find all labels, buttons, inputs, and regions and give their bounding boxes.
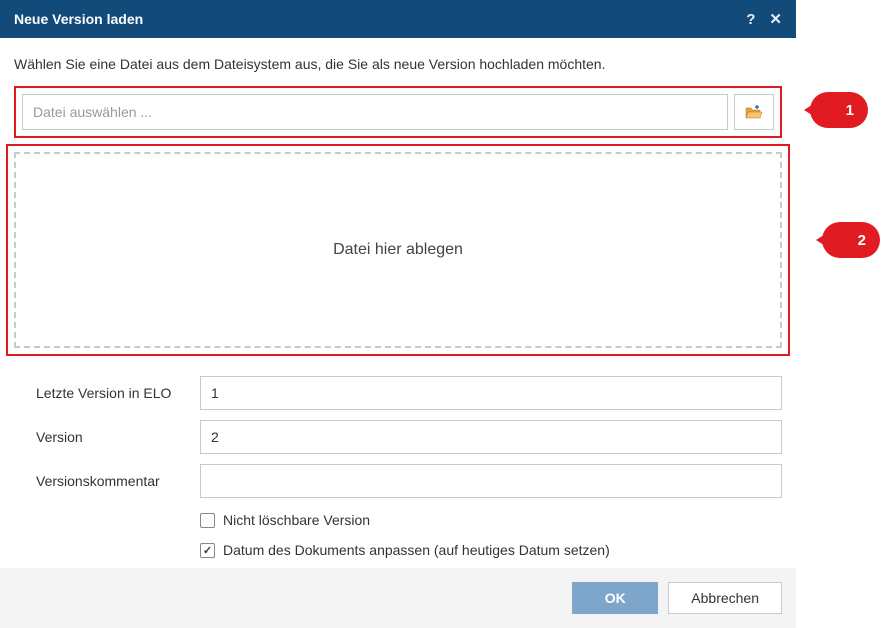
ok-button[interactable]: OK	[572, 582, 658, 614]
close-icon[interactable]: ✕	[769, 10, 782, 28]
input-version[interactable]	[200, 420, 782, 454]
row-non-deletable: Nicht löschbare Version	[200, 512, 782, 528]
file-select-row: Datei auswählen ...	[14, 86, 782, 138]
dialog-title: Neue Version laden	[14, 11, 732, 27]
row-comment: Versionskommentar	[36, 464, 782, 498]
callout-number-2: 2	[858, 232, 866, 249]
checkbox-adjust-date[interactable]	[200, 543, 215, 558]
file-path-input[interactable]: Datei auswählen ...	[22, 94, 728, 130]
dropzone-label: Datei hier ablegen	[333, 241, 463, 259]
label-adjust-date: Datum des Dokuments anpassen (auf heutig…	[223, 542, 610, 558]
row-version: Version	[36, 420, 782, 454]
browse-button[interactable]	[734, 94, 774, 130]
label-comment: Versionskommentar	[36, 473, 200, 489]
input-comment[interactable]	[200, 464, 782, 498]
callout-number-1: 1	[846, 102, 854, 119]
annotation-callout-2: 2	[822, 222, 880, 258]
file-dropzone[interactable]: Datei hier ablegen	[14, 152, 782, 348]
row-adjust-date: Datum des Dokuments anpassen (auf heutig…	[200, 542, 782, 558]
form-area: Letzte Version in ELO Version Versionsko…	[0, 356, 796, 558]
annotation-callout-1: 1	[810, 92, 868, 128]
dropzone-highlight: Datei hier ablegen	[6, 144, 790, 356]
help-icon[interactable]: ?	[746, 11, 755, 28]
row-last-version: Letzte Version in ELO	[36, 376, 782, 410]
file-path-placeholder: Datei auswählen ...	[33, 104, 152, 120]
instruction-text: Wählen Sie eine Datei aus dem Dateisyste…	[0, 38, 796, 86]
folder-open-icon	[745, 104, 763, 120]
label-version: Version	[36, 429, 200, 445]
label-last-version: Letzte Version in ELO	[36, 385, 200, 401]
label-non-deletable: Nicht löschbare Version	[223, 512, 370, 528]
dialog-titlebar: Neue Version laden ? ✕	[0, 0, 796, 38]
dialog-body: Wählen Sie eine Datei aus dem Dateisyste…	[0, 38, 796, 558]
input-last-version[interactable]	[200, 376, 782, 410]
cancel-button[interactable]: Abbrechen	[668, 582, 782, 614]
checkbox-non-deletable[interactable]	[200, 513, 215, 528]
dialog-footer: OK Abbrechen	[0, 568, 796, 628]
